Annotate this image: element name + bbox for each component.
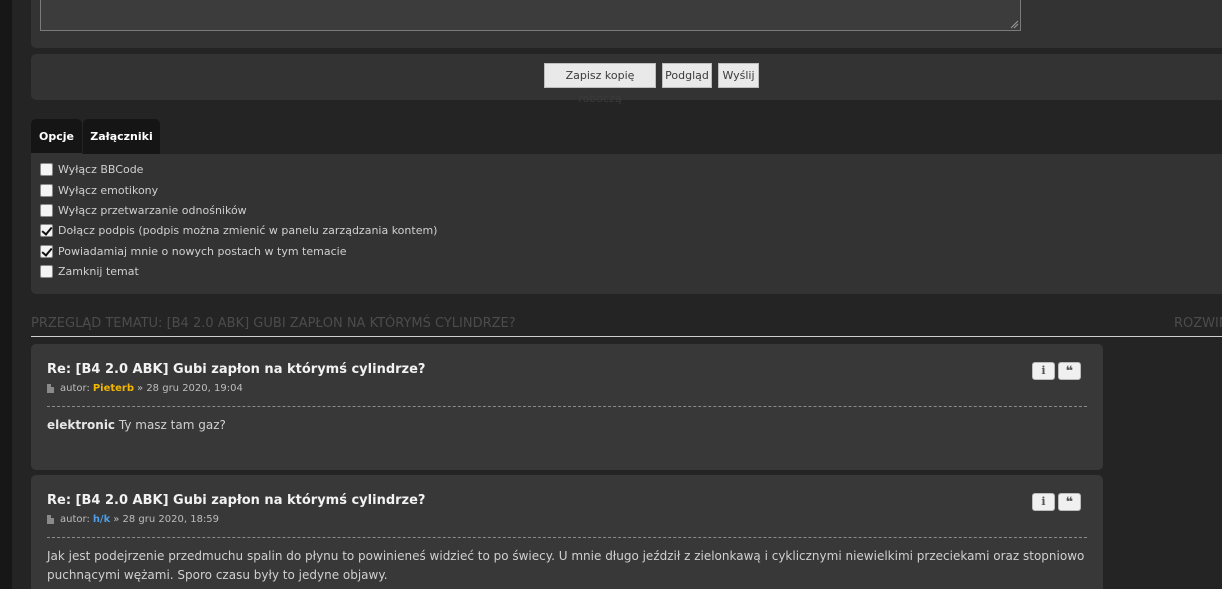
option-notify[interactable]: Powiadamiaj mnie o nowych postach w tym …: [40, 243, 346, 259]
checkbox[interactable]: [40, 244, 53, 258]
option-lock-topic[interactable]: Zamknij temat: [40, 263, 139, 279]
resize-grip-icon[interactable]: [1009, 19, 1019, 29]
info-icon[interactable]: i: [1032, 493, 1055, 511]
option-label: Wyłącz przetwarzanie odnośników: [58, 203, 247, 217]
divider: [31, 336, 1222, 337]
save-draft-button[interactable]: Zapisz kopię roboczą: [544, 63, 656, 105]
author-prefix: autor:: [60, 383, 90, 394]
option-label: Wyłącz emotikony: [58, 183, 159, 197]
checkbox[interactable]: [40, 203, 53, 217]
quoted-username: elektronic: [47, 418, 116, 432]
post-content: elektronic Ty masz tam gaz?: [47, 416, 1087, 435]
post-meta: autor: h/k » 28 gru 2020, 18:59: [47, 514, 219, 525]
preview-button[interactable]: Podgląd: [662, 63, 712, 88]
checkbox[interactable]: [40, 223, 53, 237]
quote-icon[interactable]: ❝: [1058, 493, 1081, 511]
topic-review-title: Przegląd tematu: [B4 2.0 ABK] Gubi zapło…: [31, 316, 516, 331]
option-disable-links[interactable]: Wyłącz przetwarzanie odnośników: [40, 202, 247, 218]
post-icon[interactable]: [47, 384, 54, 393]
post-content: Jak jest podejrzenie przedmuchu spalin d…: [47, 549, 1085, 582]
message-textarea[interactable]: [40, 0, 1021, 31]
post-meta: autor: Pieterb » 28 gru 2020, 19:04: [47, 383, 243, 394]
info-icon[interactable]: i: [1032, 362, 1055, 380]
post: Re: [B4 2.0 ABK] Gubi zapłon na którymś …: [31, 344, 1103, 470]
post-title[interactable]: Re: [B4 2.0 ABK] Gubi zapłon na którymś …: [47, 493, 425, 508]
checkbox[interactable]: [40, 264, 53, 278]
post-divider: [47, 537, 1087, 538]
author-link[interactable]: Pieterb: [93, 383, 134, 394]
option-label: Dołącz podpis (podpis można zmienić w pa…: [58, 223, 438, 237]
post-title[interactable]: Re: [B4 2.0 ABK] Gubi zapłon na którymś …: [47, 362, 425, 377]
post-text: Ty masz tam gaz?: [118, 418, 226, 432]
option-label: Zamknij temat: [58, 264, 139, 278]
post-date: » 28 gru 2020, 19:04: [137, 383, 243, 394]
expand-view-link[interactable]: Rozwiń: [1174, 316, 1222, 331]
option-attach-signature[interactable]: Dołącz podpis (podpis można zmienić w pa…: [40, 222, 437, 238]
quote-icon[interactable]: ❝: [1058, 362, 1081, 380]
option-label: Wyłącz BBCode: [58, 162, 144, 176]
option-disable-bbcode[interactable]: Wyłącz BBCode: [40, 161, 143, 177]
post-date: » 28 gru 2020, 18:59: [113, 514, 220, 525]
checkbox[interactable]: [40, 162, 53, 176]
post: Re: [B4 2.0 ABK] Gubi zapłon na którymś …: [31, 475, 1103, 589]
checkbox[interactable]: [40, 183, 53, 197]
post-divider: [47, 406, 1087, 407]
author-prefix: autor:: [60, 514, 90, 525]
tab-options[interactable]: Opcje: [31, 119, 82, 155]
author-link[interactable]: h/k: [93, 514, 110, 525]
tab-attachments[interactable]: Załączniki: [83, 119, 160, 154]
option-label: Powiadamiaj mnie o nowych postach w tym …: [58, 244, 347, 258]
left-gutter: [0, 0, 12, 589]
submit-button[interactable]: Wyślij: [718, 63, 759, 88]
post-icon[interactable]: [47, 515, 54, 524]
option-disable-smilies[interactable]: Wyłącz emotikony: [40, 182, 158, 198]
